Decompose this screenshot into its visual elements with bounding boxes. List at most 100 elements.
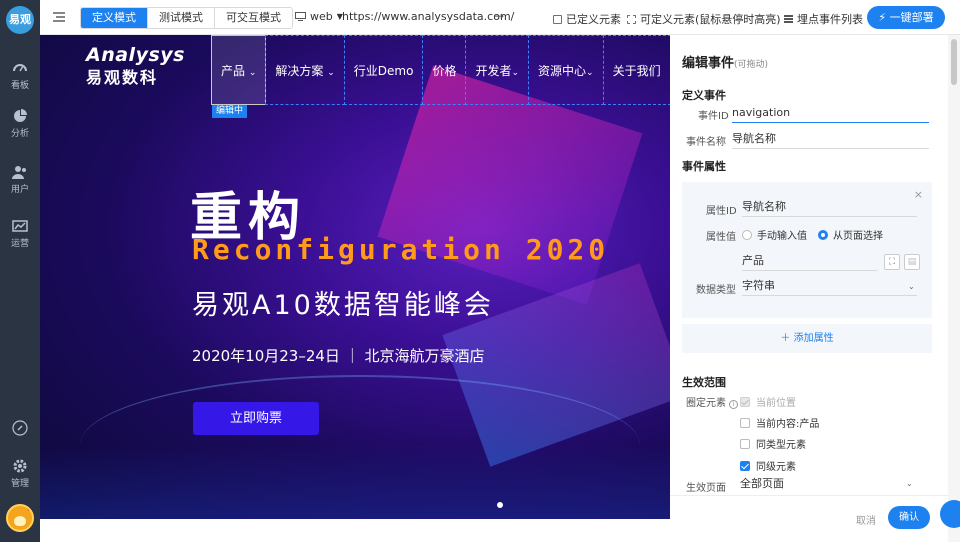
chevron-down-icon: ⌄ xyxy=(327,68,335,78)
avatar-face xyxy=(14,516,26,526)
radio-select-from-page[interactable]: 从页面选择 xyxy=(818,227,883,242)
tab-define-mode[interactable]: 定义模式 xyxy=(81,8,148,28)
option-same-level[interactable]: 同级元素 xyxy=(740,458,796,473)
hero-decoration xyxy=(40,445,670,519)
dashboard-icon xyxy=(13,64,27,72)
deploy-button[interactable]: ⚡ 一键部署 xyxy=(867,6,945,29)
add-property-button[interactable]: ＋ 添加属性 xyxy=(682,324,932,353)
avatar[interactable] xyxy=(6,504,34,532)
radio-manual-input[interactable]: 手动输入值 xyxy=(742,227,807,242)
site-nav-item-solutions[interactable]: 解决方案 ⌄ xyxy=(265,35,345,105)
sidebar-item-label: 管理 xyxy=(10,479,29,489)
url-field[interactable]: https://www.analysysdata.com/ xyxy=(342,10,514,23)
pie-chart-icon xyxy=(14,109,27,122)
clear-picker-icon[interactable]: ▤ xyxy=(904,254,920,270)
tab-test-mode[interactable]: 测试模式 xyxy=(148,8,215,28)
option-current-content[interactable]: 当前内容:产品 xyxy=(740,415,819,430)
sidebar-item-operations[interactable]: 运营 xyxy=(0,214,40,254)
panel-title[interactable]: 编辑事件(可拖动) xyxy=(682,52,768,71)
prop-id-input[interactable]: 导航名称 xyxy=(742,199,917,217)
site-nav-item-price[interactable]: 价格 xyxy=(422,35,467,105)
panel-footer: 取消 确认 xyxy=(670,495,948,542)
event-list-link[interactable]: 埋点事件列表 xyxy=(784,11,863,27)
mode-switch: 定义模式 测试模式 可交互模式 xyxy=(80,7,293,29)
site-nav: 产品 ⌄ 解决方案 ⌄ 行业Demo 价格 开发者⌄ 资源中心⌄ 关于我们 xyxy=(211,35,670,105)
option-same-type[interactable]: 同类型元素 xyxy=(740,436,806,451)
data-type-label: 数据类型 xyxy=(696,285,736,296)
checkbox-icon xyxy=(740,438,750,449)
sidebar-item-label: 分析 xyxy=(10,129,29,139)
site-nav-item-product[interactable]: 产品 ⌄ xyxy=(211,35,267,105)
legend-defined-label: 已定义元素 xyxy=(566,13,621,26)
event-id-input[interactable]: navigation xyxy=(732,105,929,123)
scope-heading: 生效范围 xyxy=(682,376,726,389)
data-type-select[interactable]: 字符串 xyxy=(742,278,917,296)
site-nav-item-about[interactable]: 关于我们 xyxy=(602,35,670,105)
define-event-heading: 定义事件 xyxy=(682,89,726,102)
nav-label: 开发者 xyxy=(475,64,512,78)
menu-toggle-icon[interactable] xyxy=(52,10,66,24)
sidebar-item-label: 用户 xyxy=(10,185,29,195)
sidebar-item-link[interactable] xyxy=(0,416,40,456)
hero-subtitle: 易观A10数据智能峰会 xyxy=(192,290,494,321)
circle-elements-text: 圈定元素 xyxy=(686,398,726,409)
definable-square-icon xyxy=(627,14,636,24)
nav-label: 资源中心 xyxy=(538,64,587,78)
chat-fab-button[interactable] xyxy=(940,500,960,528)
confirm-button[interactable]: 确认 xyxy=(888,506,930,529)
event-list-label: 埋点事件列表 xyxy=(797,13,863,26)
cancel-button[interactable]: 取消 xyxy=(856,512,876,527)
platform-label: web xyxy=(310,10,333,23)
app-logo[interactable]: 易观 xyxy=(6,6,34,34)
hero-date: 2020年10月23–24日 ｜ 北京海航万豪酒店 xyxy=(192,347,485,365)
sidebar-item-analysis[interactable]: 分析 xyxy=(0,104,40,144)
chevron-down-icon: ⌄ xyxy=(906,479,913,488)
page-value-input[interactable]: 产品 xyxy=(742,253,877,271)
legend-definable-elements[interactable]: 可定义元素(鼠标悬停时高亮) xyxy=(627,11,781,27)
sidebar-item-users[interactable]: 用户 xyxy=(0,160,40,200)
effective-page-select[interactable]: 全部页面 xyxy=(740,476,916,494)
event-name-input[interactable]: 导航名称 xyxy=(732,131,929,149)
operations-icon xyxy=(12,220,28,232)
site-logo[interactable]: Analysys 易观数科 xyxy=(86,44,185,88)
edit-event-panel: 编辑事件(可拖动) 定义事件 事件ID navigation 事件名称 导航名称… xyxy=(670,35,948,542)
radio-manual-label: 手动输入值 xyxy=(757,231,807,242)
top-toolbar: 定义模式 测试模式 可交互模式 web ▼ https://www.analys… xyxy=(40,0,960,35)
radio-selected-icon xyxy=(818,229,828,240)
panel-scrollbar[interactable] xyxy=(948,35,960,542)
panel-title-text: 编辑事件 xyxy=(682,56,735,71)
checkbox-disabled-icon xyxy=(740,396,750,407)
add-property-label: 添加属性 xyxy=(793,333,834,344)
effective-page-label: 生效页面 xyxy=(686,483,726,494)
site-nav-item-developer[interactable]: 开发者⌄ xyxy=(465,35,530,105)
tab-interactive-mode[interactable]: 可交互模式 xyxy=(215,8,292,28)
preview-footer-strip xyxy=(40,519,670,542)
radio-page-label: 从页面选择 xyxy=(833,231,883,242)
buy-ticket-button[interactable]: 立即购票 xyxy=(193,402,319,435)
option-label: 同类型元素 xyxy=(756,440,806,451)
checkbox-icon xyxy=(740,417,750,428)
panel-title-hint: (可拖动) xyxy=(734,60,769,70)
app-root: 易观 看板 分析 用户 运营 管理 定义模式 测试模式 可交互模式 web ▼ … xyxy=(0,0,960,542)
nav-label: 解决方案 xyxy=(275,64,324,78)
prop-id-label: 属性ID xyxy=(706,206,737,217)
chevron-down-icon: ⌄ xyxy=(248,68,257,78)
legend-defined-elements[interactable]: 已定义元素 xyxy=(553,11,621,27)
chevron-down-icon: ⌄ xyxy=(586,68,594,78)
sidebar-item-admin[interactable]: 管理 xyxy=(0,454,40,494)
info-icon[interactable]: i xyxy=(729,400,739,409)
site-nav-item-demo[interactable]: 行业Demo xyxy=(343,35,424,105)
users-icon xyxy=(12,166,26,179)
sidebar-item-label: 运营 xyxy=(10,239,29,249)
platform-select[interactable]: web ▼ xyxy=(295,10,343,23)
sidebar-item-label: 看板 xyxy=(10,81,29,91)
element-picker-icon[interactable]: ⛶ xyxy=(884,254,900,270)
go-arrow-icon[interactable]: → xyxy=(494,9,504,23)
chevron-down-icon: ⌄ xyxy=(511,68,520,78)
scrollbar-thumb[interactable] xyxy=(951,39,957,85)
carousel-dot[interactable] xyxy=(497,502,503,508)
link-icon xyxy=(12,420,28,436)
site-nav-item-resources[interactable]: 资源中心⌄ xyxy=(528,35,604,105)
sidebar-item-dashboard[interactable]: 看板 xyxy=(0,56,40,96)
circle-elements-label: 圈定元素 i xyxy=(686,394,739,409)
